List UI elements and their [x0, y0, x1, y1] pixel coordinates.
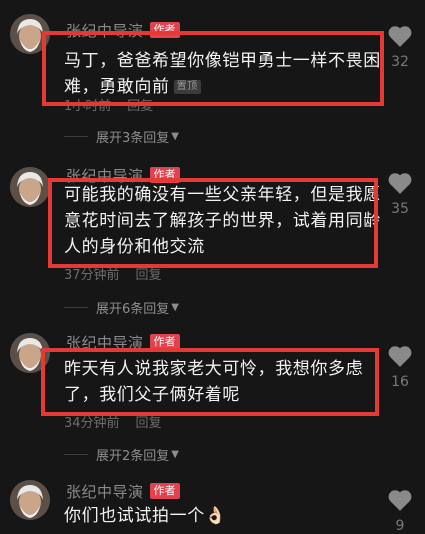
like-count: 35	[391, 201, 409, 217]
author-name[interactable]: 张纪中导演	[66, 481, 144, 502]
heart-icon	[388, 26, 412, 47]
like-button[interactable]: 32	[385, 24, 415, 70]
like-count: 32	[391, 54, 409, 70]
avatar[interactable]	[10, 480, 50, 520]
divider	[64, 307, 88, 308]
expand-replies-label[interactable]: 展开3条回复	[96, 127, 169, 146]
chevron-down-icon: ▼	[171, 449, 179, 460]
comment-text: 你们也试试拍一个👌🏻	[64, 506, 227, 526]
like-count: 9	[395, 518, 405, 534]
chevron-down-icon: ▼	[171, 302, 179, 313]
highlight-box	[48, 178, 378, 268]
divider	[64, 136, 88, 137]
expand-replies-label[interactable]: 展开2条回复	[96, 445, 169, 464]
like-count: 16	[391, 374, 409, 390]
highlight-box	[41, 348, 379, 416]
highlight-box	[42, 31, 384, 106]
heart-icon	[388, 173, 412, 194]
expand-replies[interactable]: 展开2条回复 ▼	[64, 445, 179, 464]
expand-replies[interactable]: 展开6条回复 ▼	[64, 298, 179, 317]
heart-icon	[388, 346, 412, 367]
like-button[interactable]: 16	[385, 344, 415, 390]
like-button[interactable]: 9	[385, 488, 415, 534]
like-button[interactable]: 35	[385, 171, 415, 217]
avatar[interactable]	[10, 167, 50, 207]
heart-icon	[388, 490, 412, 511]
divider	[64, 454, 88, 455]
author-badge: 作者	[149, 483, 180, 499]
expand-replies[interactable]: 展开3条回复 ▼	[64, 127, 179, 146]
expand-replies-label[interactable]: 展开6条回复	[96, 298, 169, 317]
chevron-down-icon: ▼	[171, 131, 179, 142]
